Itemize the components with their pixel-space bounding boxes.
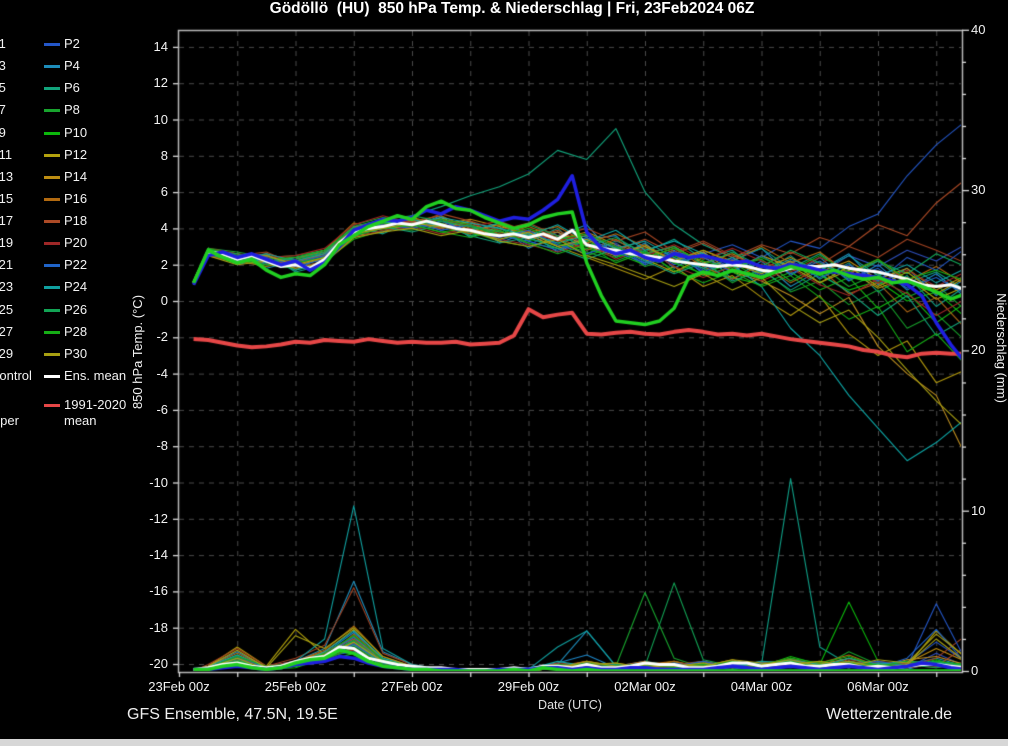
legend-item-p25: P25 xyxy=(0,302,13,318)
legend-swatch xyxy=(44,154,60,157)
legend-label: P28 xyxy=(64,324,87,340)
legend-swatch xyxy=(44,286,60,289)
legend-label: P16 xyxy=(64,191,87,207)
legend-swatch xyxy=(44,353,60,356)
watermark-text: Wetterzentrale.de xyxy=(700,707,952,723)
x-tick-label: 04Mar 00z xyxy=(717,679,807,695)
y-right-tick-label: 20 xyxy=(971,342,1005,358)
legend-label: 1991-2020 mean xyxy=(64,397,126,429)
legend-swatch xyxy=(44,375,60,378)
ensemble-forecast-page: Gödöllö (HU) 850 hPa Temp. & Niederschla… xyxy=(0,0,1024,746)
legend-item-control: Control xyxy=(0,368,32,384)
y-left-tick-label: 0 xyxy=(126,293,168,309)
legend-swatch xyxy=(44,331,60,334)
legend-item-p19: P19 xyxy=(0,235,13,251)
y-left-tick-label: 10 xyxy=(126,112,168,128)
x-tick-label: 29Feb 00z xyxy=(484,679,574,695)
y-right-tick-label: 40 xyxy=(971,22,1005,38)
legend-swatch xyxy=(44,220,60,223)
legend-swatch xyxy=(44,309,60,312)
y-axis-left-title: 850 hPa Temp. (°C) xyxy=(130,292,146,412)
y-left-tick-label: -2 xyxy=(126,329,168,345)
legend-swatch xyxy=(44,43,60,46)
y-left-tick-label: -8 xyxy=(126,438,168,454)
legend-swatch xyxy=(44,264,60,267)
y-right-tick-label: 30 xyxy=(971,182,1005,198)
y-left-tick-label: -20 xyxy=(126,656,168,672)
y-left-tick-label: -6 xyxy=(126,402,168,418)
legend-item-p7: P7 xyxy=(0,102,6,118)
legend-swatch xyxy=(44,176,60,179)
legend-label: Ens. mean xyxy=(64,368,126,384)
y-left-tick-label: -18 xyxy=(126,620,168,636)
x-axis-title: Date (UTC) xyxy=(470,697,670,713)
legend-label: P10 xyxy=(64,125,87,141)
legend-label: P8 xyxy=(64,102,80,118)
y-left-tick-label: 12 xyxy=(126,75,168,91)
legend-item-p15: P15 xyxy=(0,191,13,207)
legend-label: P26 xyxy=(64,302,87,318)
y-left-tick-label: 8 xyxy=(126,148,168,164)
legend-item-p9: P9 xyxy=(0,125,6,141)
legend-swatch xyxy=(44,404,60,407)
y-left-tick-label: 14 xyxy=(126,39,168,55)
legend-label: P20 xyxy=(64,235,87,251)
horizontal-scrollbar-track[interactable] xyxy=(0,739,1024,746)
legend-swatch xyxy=(44,65,60,68)
legend-label: P24 xyxy=(64,279,87,295)
right-page-background xyxy=(1008,0,1024,746)
legend-item-p11: P11 xyxy=(0,147,12,163)
y-left-tick-label: -10 xyxy=(126,475,168,491)
y-right-tick-label: 0 xyxy=(971,663,1005,679)
legend-label: P14 xyxy=(64,169,87,185)
x-tick-label: 23Feb 00z xyxy=(134,679,224,695)
x-tick-label: 02Mar 00z xyxy=(600,679,690,695)
y-right-tick-label: 10 xyxy=(971,503,1005,519)
legend-item-p17: P17 xyxy=(0,213,13,229)
legend-label: P4 xyxy=(64,58,80,74)
y-left-tick-label: -12 xyxy=(126,511,168,527)
y-left-tick-label: -16 xyxy=(126,583,168,599)
y-left-tick-label: -4 xyxy=(126,366,168,382)
legend-label: P12 xyxy=(64,147,87,163)
legend-label: P30 xyxy=(64,346,87,362)
legend-item-p29: P29 xyxy=(0,346,13,362)
legend-item-p13: P13 xyxy=(0,169,13,185)
legend-label: P18 xyxy=(64,213,87,229)
legend-swatch xyxy=(44,198,60,201)
legend-label: P6 xyxy=(64,80,80,96)
y-left-tick-label: 6 xyxy=(126,184,168,200)
legend-item-p23: P23 xyxy=(0,279,13,295)
y-left-tick-label: 2 xyxy=(126,257,168,273)
legend-item-p21: P21 xyxy=(0,257,13,273)
legend-item-p27: P27 xyxy=(0,324,13,340)
chart-title: Gödöllö (HU) 850 hPa Temp. & Niederschla… xyxy=(0,1,1024,17)
x-tick-label: 27Feb 00z xyxy=(367,679,457,695)
legend-label: P22 xyxy=(64,257,87,273)
legend-swatch xyxy=(44,132,60,135)
legend-item-p1: P1 xyxy=(0,36,6,52)
y-left-tick-label: 4 xyxy=(126,220,168,236)
y-left-tick-label: -14 xyxy=(126,547,168,563)
model-info-text: GFS Ensemble, 47.5N, 19.5E xyxy=(127,707,338,723)
legend-item-p3: P3 xyxy=(0,58,6,74)
legend-item-oper: Oper xyxy=(0,413,19,429)
legend-label: P2 xyxy=(64,36,80,52)
legend-swatch xyxy=(44,242,60,245)
x-tick-label: 25Feb 00z xyxy=(251,679,341,695)
x-tick-label: 06Mar 00z xyxy=(833,679,923,695)
legend-swatch xyxy=(44,87,60,90)
legend-item-p5: P5 xyxy=(0,80,6,96)
legend-swatch xyxy=(44,109,60,112)
